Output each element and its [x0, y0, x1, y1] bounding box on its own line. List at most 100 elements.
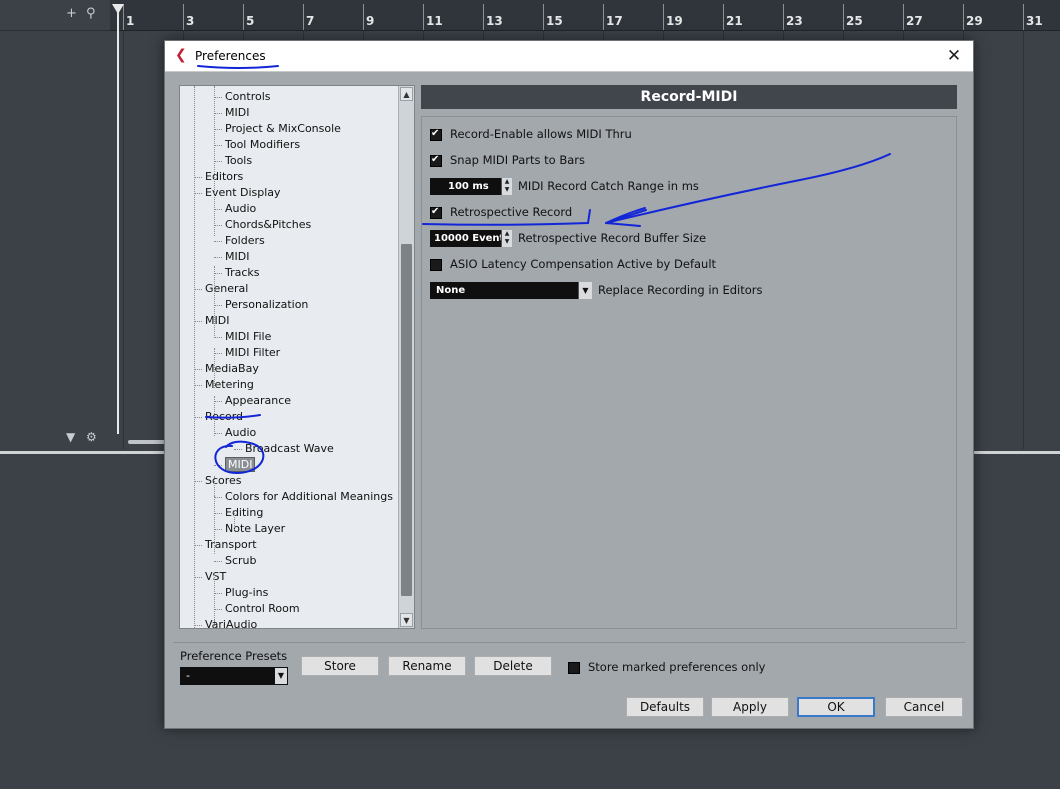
tree-item[interactable]: Scrub — [214, 553, 257, 569]
tree-connector — [194, 384, 202, 386]
ruler-bar-number: 17 — [606, 14, 623, 28]
tree-item[interactable]: MediaBay — [194, 361, 259, 377]
spin-down-icon[interactable]: ▼ — [502, 186, 512, 194]
tree-connector — [214, 528, 222, 530]
tree-item[interactable]: Audio — [214, 425, 256, 441]
tree-item[interactable]: Transport — [194, 537, 257, 553]
tree-connector — [214, 112, 222, 114]
replace-recording-value[interactable]: None — [436, 285, 465, 296]
store-button[interactable]: Store — [301, 656, 379, 676]
tree-item[interactable]: VST — [194, 569, 226, 585]
tree-item[interactable]: VariAudio — [194, 617, 257, 628]
tree-item[interactable]: Event Display — [194, 185, 281, 201]
asio-latency-row[interactable]: ASIO Latency Compensation Active by Defa… — [430, 255, 716, 273]
tree-item[interactable]: Tracks — [214, 265, 260, 281]
tree-item[interactable]: Control Room — [214, 601, 300, 617]
tree-item[interactable]: MIDI Filter — [214, 345, 280, 361]
tree-scrollbar[interactable]: ▲ ▼ — [398, 86, 414, 628]
tree-item-label: VST — [205, 570, 227, 583]
tree-item[interactable]: Colors for Additional Meanings — [214, 489, 393, 505]
apply-button[interactable]: Apply — [711, 697, 789, 717]
tree-connector — [214, 432, 222, 434]
scroll-down-arrow-icon[interactable]: ▼ — [400, 613, 413, 627]
horizontal-scrollbar[interactable] — [128, 440, 168, 444]
preferences-tree: Controls MIDI Project & MixConsole Tool Mod… — [180, 86, 399, 628]
dropdown-arrow-icon[interactable]: ▼ — [578, 282, 592, 299]
timeline-ruler[interactable]: 1 3 5 7 9 11 13 15 17 19 21 23 25 27 29 31 — [110, 0, 1060, 31]
presets-selected[interactable]: - — [186, 669, 190, 682]
tree-item-label: Audio — [225, 202, 257, 215]
tree-item[interactable]: MIDI — [214, 105, 249, 121]
retro-buffer-spinbox[interactable]: 10000 Events ▲ ▼ — [430, 230, 512, 247]
snap-midi-parts-row[interactable]: Snap MIDI Parts to Bars — [430, 151, 585, 169]
tree-item[interactable]: General — [194, 281, 248, 297]
tree-item-label: Tools — [225, 154, 253, 167]
tree-item[interactable]: MIDI — [214, 249, 249, 265]
tree-item[interactable]: Appearance — [214, 393, 291, 409]
option-label: ASIO Latency Compensation Active by Defa… — [450, 257, 717, 271]
spin-up-icon[interactable]: ▲ — [502, 230, 512, 238]
retro-buffer-value[interactable]: 10000 Events — [430, 230, 510, 247]
tree-connector — [194, 176, 202, 178]
delete-button[interactable]: Delete — [474, 656, 552, 676]
record-enable-midi-thru-row[interactable]: Record-Enable allows MIDI Thru — [430, 125, 632, 143]
dropdown-arrow-icon[interactable]: ▼ — [275, 668, 287, 684]
scroll-up-arrow-icon[interactable]: ▲ — [400, 87, 413, 101]
tree-connector — [194, 320, 202, 322]
search-icon[interactable]: ⚲ — [86, 6, 96, 21]
tree-item[interactable]: MIDI — [194, 313, 229, 329]
tree-item-label: Plug-ins — [225, 586, 269, 599]
asio-latency-checkbox[interactable] — [430, 258, 442, 271]
tree-item[interactable]: Note Layer — [214, 521, 285, 537]
ruler-bar-number: 31 — [1026, 14, 1043, 28]
chevron-down-icon[interactable]: ▼ — [66, 430, 75, 444]
presets-dropdown[interactable]: - ▼ — [180, 667, 288, 685]
snap-midi-parts-checkbox[interactable] — [430, 153, 442, 167]
ok-button[interactable]: OK — [797, 697, 875, 717]
retrospective-record-checkbox[interactable] — [430, 205, 442, 219]
tree-item[interactable]: Project & MixConsole — [214, 121, 341, 137]
tree-item[interactable]: MIDI File — [214, 329, 271, 345]
tree-item[interactable]: Editors — [194, 169, 243, 185]
ruler-bar-number: 23 — [786, 14, 803, 28]
tree-item[interactable]: Record — [194, 409, 243, 425]
playhead-cursor[interactable] — [117, 6, 119, 434]
dialog-titlebar[interactable]: ❮ Preferences ✕ — [165, 41, 973, 72]
gear-icon[interactable]: ⚙ — [86, 430, 97, 444]
store-marked-checkbox[interactable] — [568, 661, 580, 674]
record-enable-midi-thru-checkbox[interactable] — [430, 127, 442, 141]
replace-recording-dropdown[interactable]: None ▼ — [430, 282, 592, 299]
tree-item-label: Folders — [225, 234, 265, 247]
catch-range-spinbox[interactable]: 100 ms ▲ ▼ — [430, 178, 512, 195]
tree-item[interactable]: Chords&Pitches — [214, 217, 311, 233]
tree-item[interactable]: Folders — [214, 233, 265, 249]
add-track-icon[interactable]: + — [66, 6, 77, 21]
tree-item[interactable]: Editing — [214, 505, 263, 521]
tree-item[interactable]: MIDI — [214, 457, 256, 473]
catch-range-value[interactable]: 100 ms — [430, 178, 489, 195]
tree-connector — [214, 592, 222, 594]
option-label: Retrospective Record — [450, 205, 573, 219]
spin-down-icon[interactable]: ▼ — [502, 238, 512, 246]
tree-item[interactable]: Tools — [214, 153, 252, 169]
tree-item[interactable]: Metering — [194, 377, 254, 393]
tree-item[interactable]: Scores — [194, 473, 242, 489]
tree-item[interactable]: Audio — [214, 201, 256, 217]
scroll-thumb[interactable] — [401, 244, 412, 596]
retrospective-record-row[interactable]: Retrospective Record — [430, 203, 572, 221]
store-marked-row[interactable]: Store marked preferences only — [568, 658, 766, 676]
tree-item[interactable]: Broadcast Wave — [234, 441, 334, 457]
rename-button[interactable]: Rename — [388, 656, 466, 676]
tree-item[interactable]: Tool Modifiers — [214, 137, 300, 153]
cancel-button[interactable]: Cancel — [885, 697, 963, 717]
tree-item[interactable]: Personalization — [214, 297, 308, 313]
tree-item[interactable]: Plug-ins — [214, 585, 268, 601]
section-title: Record-MIDI — [421, 85, 957, 109]
ruler-tick — [543, 4, 544, 30]
defaults-button[interactable]: Defaults — [626, 697, 704, 717]
tree-item-label: Chords&Pitches — [225, 218, 312, 231]
option-label: Retrospective Record Buffer Size — [518, 231, 707, 245]
close-button[interactable]: ✕ — [941, 43, 967, 69]
tree-item[interactable]: Controls — [214, 89, 271, 105]
spin-up-icon[interactable]: ▲ — [502, 178, 512, 186]
